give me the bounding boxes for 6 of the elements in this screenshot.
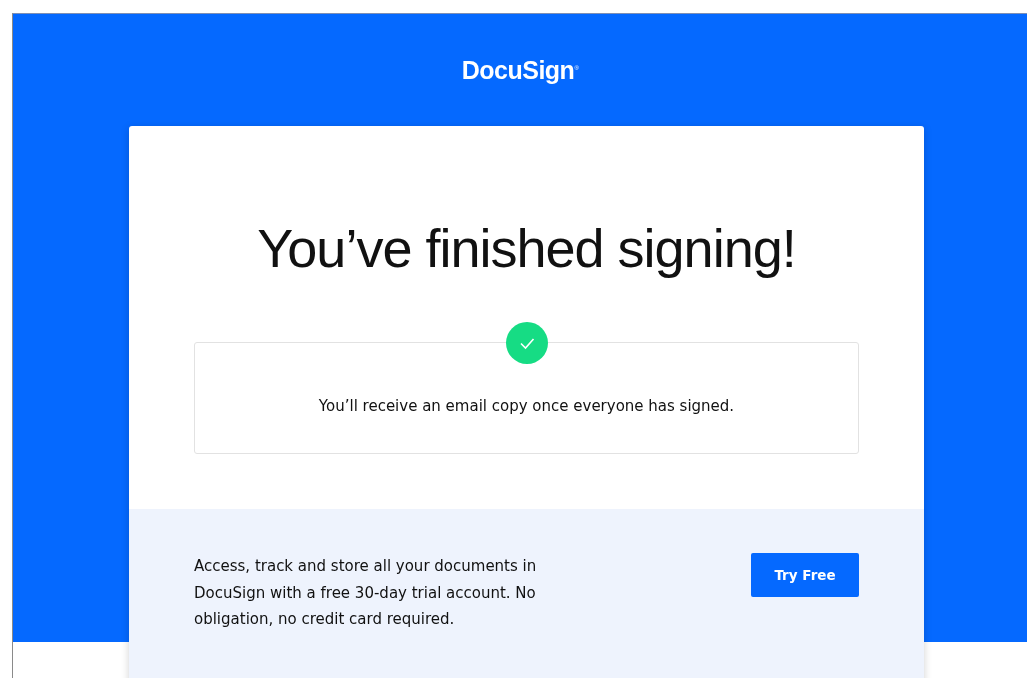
logo: DocuSign$^{®}$ xyxy=(461,55,579,85)
promo-text: Access, track and store all your documents in DocuSign with a free 30-day trial account. No obligation, no credit card required. xyxy=(194,556,538,630)
status-message: You’ll receive an email copy once everyone has signed. xyxy=(318,397,735,415)
heading: You’ve finished signing! xyxy=(256,217,797,280)
check-icon xyxy=(505,322,548,364)
try-free-button[interactable]: Try Free xyxy=(751,553,859,597)
